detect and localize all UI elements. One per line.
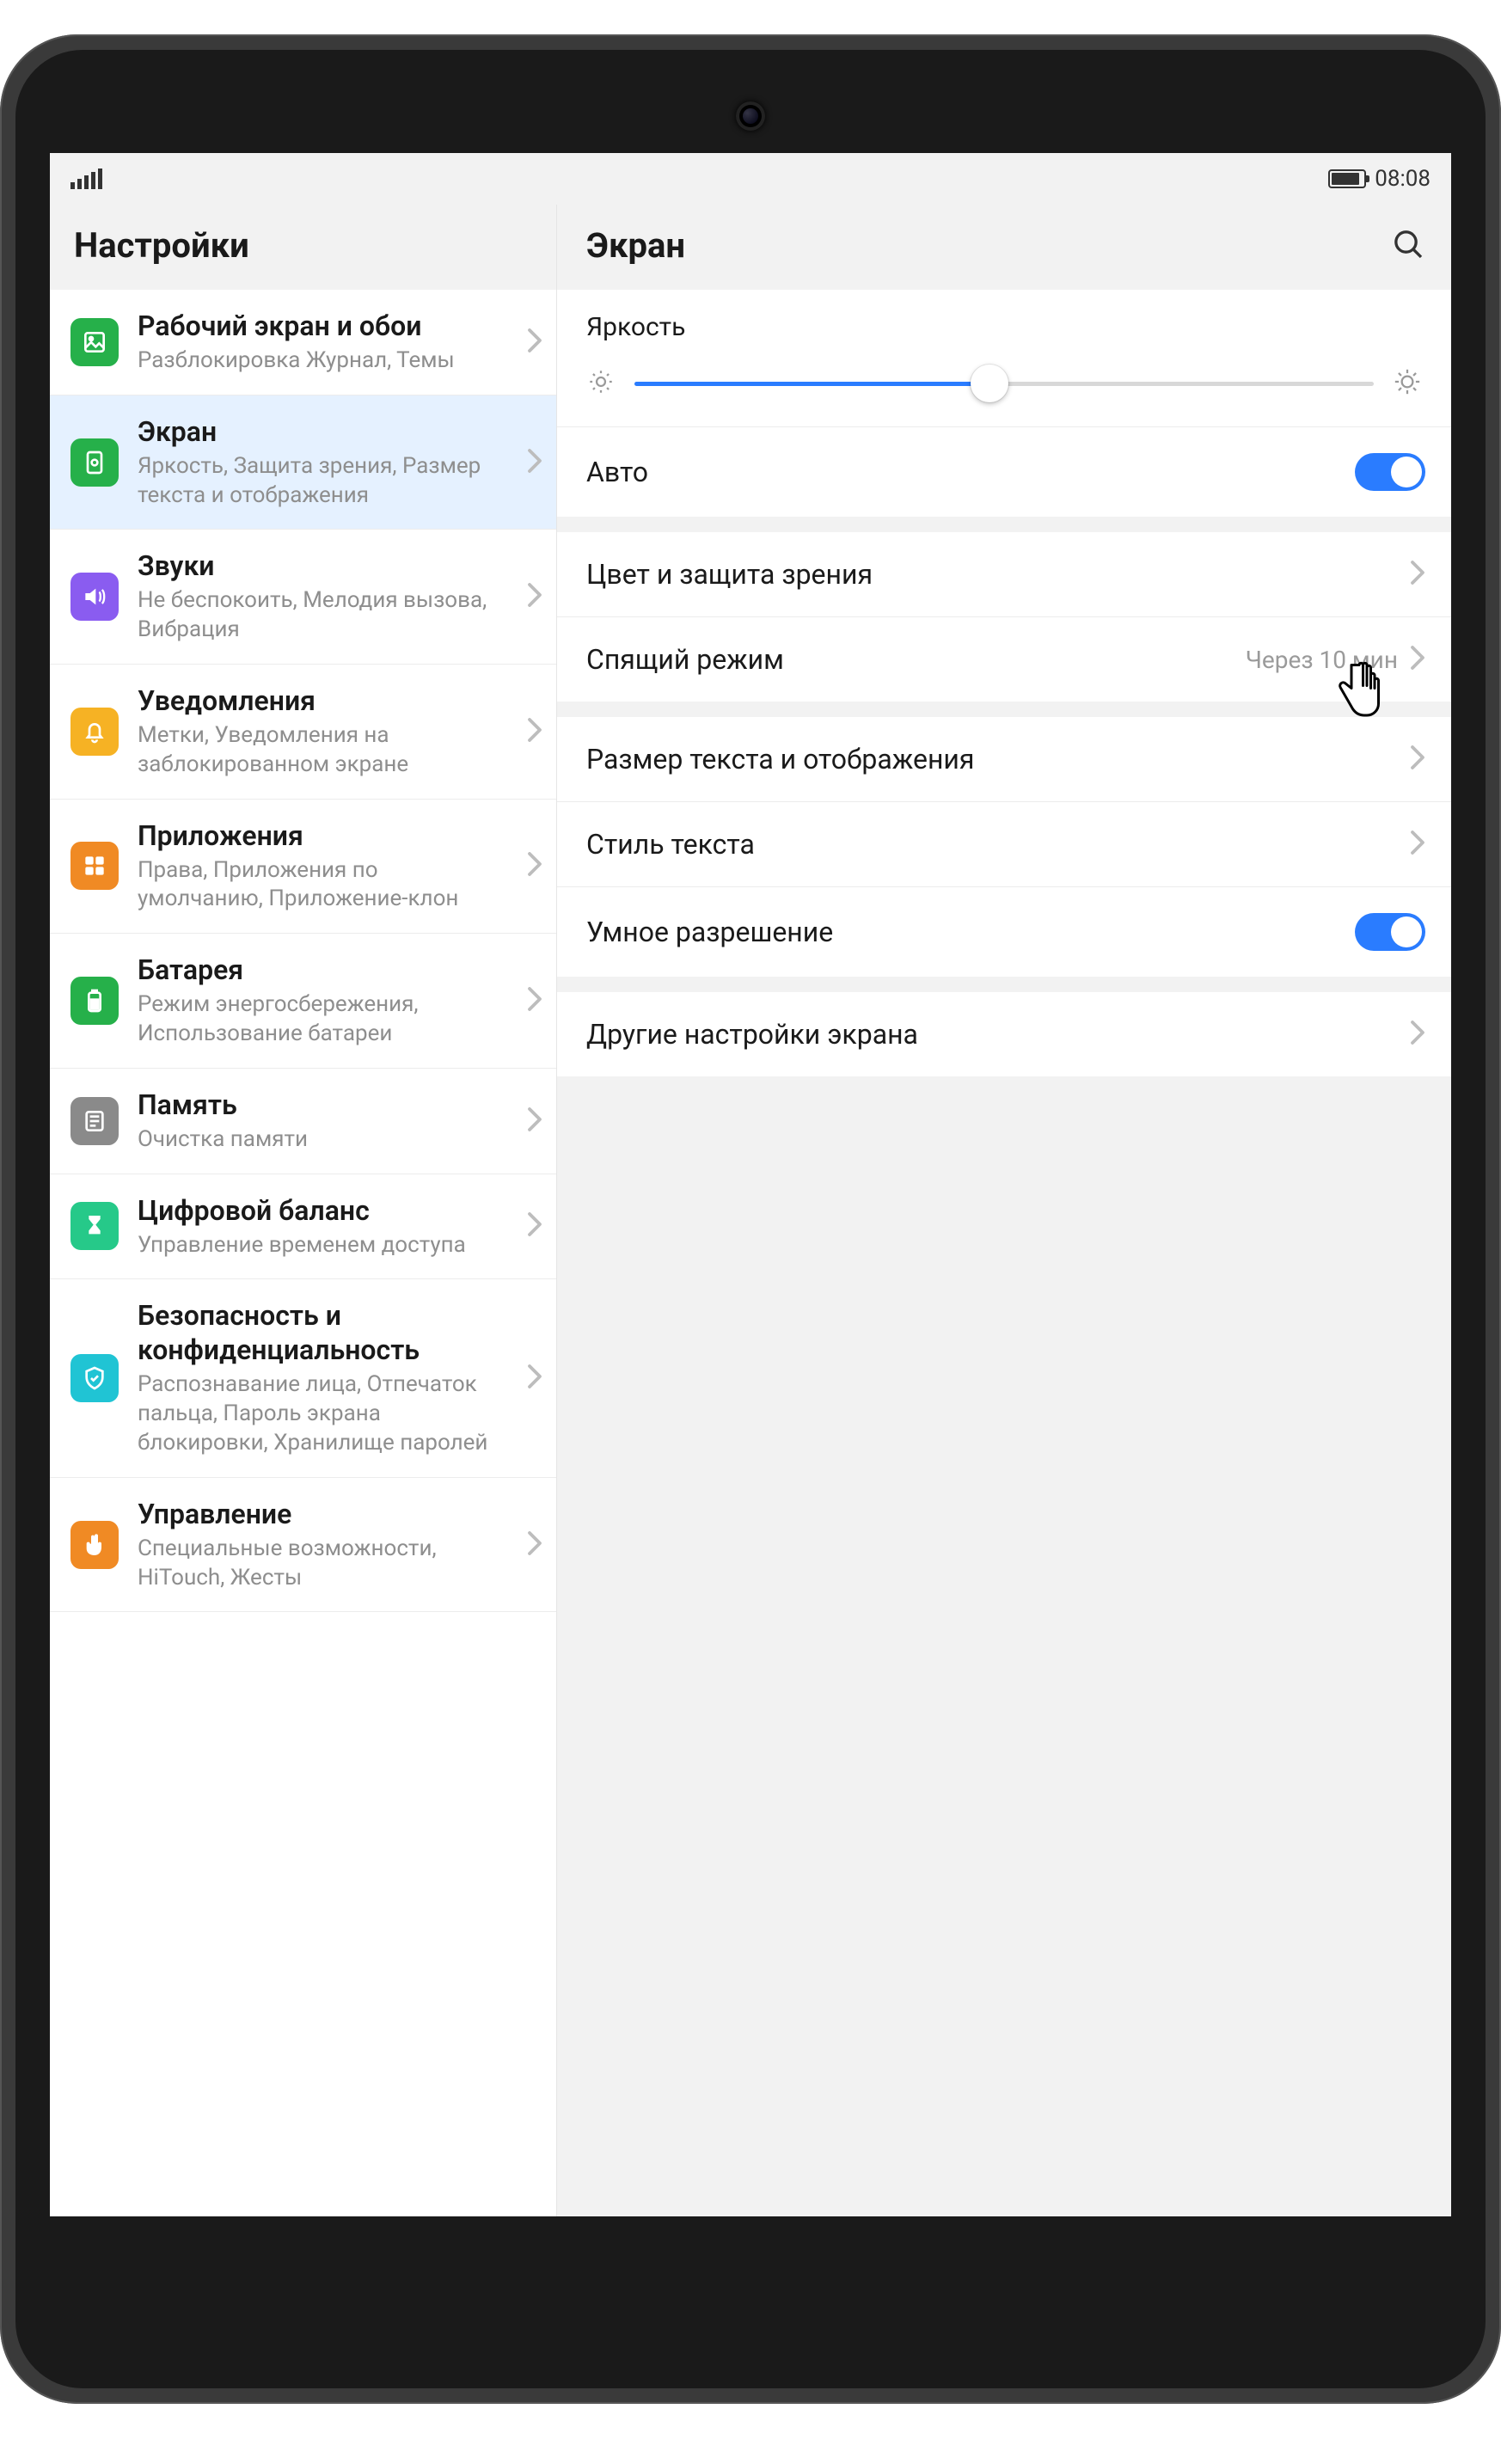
sidebar-item-title: Память <box>138 1088 508 1122</box>
bell-icon <box>70 708 119 756</box>
auto-label: Авто <box>586 456 648 488</box>
row-label: Умное разрешение <box>586 916 833 948</box>
sidebar-item-title: Уведомления <box>138 683 508 718</box>
sidebar-item-title: Рабочий экран и обои <box>138 309 508 343</box>
settings-row[interactable]: Умное разрешение <box>557 886 1451 977</box>
sidebar-item-title: Управление <box>138 1497 508 1531</box>
battery-icon <box>1328 169 1366 188</box>
settings-group: Цвет и защита зрения Спящий режим Через 10… <box>557 532 1451 702</box>
wallpaper-icon <box>70 318 119 366</box>
sidebar-item-sub: Права, Приложения по умолчанию, Приложен… <box>138 856 508 915</box>
sidebar-title: Настройки <box>74 225 532 266</box>
status-bar: 08:08 <box>50 153 1451 205</box>
row-label: Другие настройки экрана <box>586 1018 918 1051</box>
sidebar-item-title: Приложения <box>138 818 508 853</box>
sidebar-item-sub: Не беспокоить, Мелодия вызова, Вибрация <box>138 586 508 645</box>
sidebar-item-sound[interactable]: ЗвукиНе беспокоить, Мелодия вызова, Вибр… <box>50 530 556 665</box>
sidebar-item-sub: Специальные возможности, HiTouch, Жесты <box>138 1535 508 1593</box>
sidebar-item-sub: Управление временем доступа <box>138 1231 508 1260</box>
row-value: Через 10 мин <box>1246 646 1398 674</box>
sidebar-item-hand[interactable]: Управление Специальные возможности, HiTou… <box>50 1478 556 1613</box>
auto-brightness-toggle[interactable] <box>1355 453 1425 491</box>
settings-row[interactable]: Размер текста и отображения <box>557 717 1451 801</box>
sidebar-item-sub: Распознавание лица, Отпечаток пальца, Па… <box>138 1370 508 1457</box>
sidebar-item-battery[interactable]: БатареяРежим энергосбережения, Использов… <box>50 934 556 1069</box>
toggle-switch[interactable] <box>1355 913 1425 951</box>
chevron-right-icon <box>1410 1020 1425 1049</box>
sidebar-item-sub: Яркость, Защита зрения, Размер текста и … <box>138 452 508 511</box>
sidebar-item-hourglass[interactable]: Цифровой баланс Управление временем досту… <box>50 1174 556 1280</box>
sound-icon <box>70 573 119 621</box>
chevron-right-icon <box>527 1364 542 1393</box>
sidebar-item-sub: Режим энергосбережения, Использование ба… <box>138 990 508 1049</box>
sidebar-item-storage[interactable]: ПамятьОчистка памяти <box>50 1069 556 1174</box>
settings-row[interactable]: Цвет и защита зрения <box>557 532 1451 616</box>
sidebar-item-sub: Очистка памяти <box>138 1125 508 1155</box>
battery-icon <box>70 977 119 1025</box>
sidebar-list[interactable]: Рабочий экран и обоиРазблокировка Журнал… <box>50 290 556 2216</box>
brightness-label: Яркость <box>586 312 1422 342</box>
row-label: Стиль текста <box>586 828 755 861</box>
sidebar-item-title: Батарея <box>138 953 508 987</box>
chevron-right-icon <box>527 1106 542 1136</box>
display-icon <box>70 438 119 487</box>
settings-row[interactable]: Другие настройки экрана <box>557 992 1451 1076</box>
sidebar-item-sub: Разблокировка Журнал, Темы <box>138 346 508 376</box>
sidebar-item-apps[interactable]: ПриложенияПрава, Приложения по умолчанию… <box>50 800 556 935</box>
sidebar-item-title: Цифровой баланс <box>138 1193 508 1228</box>
clock: 08:08 <box>1375 166 1431 192</box>
sidebar-item-title: Безопасность и конфиденциальность <box>138 1298 508 1367</box>
chevron-right-icon <box>1410 645 1425 674</box>
tablet-frame: 08:08 Настройки Рабочий экран и обоиРазб… <box>0 34 1501 2404</box>
chevron-right-icon <box>527 328 542 357</box>
chevron-right-icon <box>527 1530 542 1560</box>
search-button[interactable] <box>1391 227 1425 265</box>
storage-icon <box>70 1097 119 1145</box>
auto-brightness-row[interactable]: Авто <box>557 426 1451 517</box>
chevron-right-icon <box>1410 830 1425 859</box>
settings-row[interactable]: Спящий режим Через 10 мин <box>557 616 1451 702</box>
chevron-right-icon <box>527 851 542 880</box>
settings-group: Размер текста и отображения Стиль текста У… <box>557 717 1451 977</box>
chevron-right-icon <box>1410 745 1425 774</box>
chevron-right-icon <box>1410 560 1425 589</box>
front-camera <box>736 101 765 131</box>
row-label: Размер текста и отображения <box>586 743 974 775</box>
sidebar-item-display[interactable]: ЭкранЯркость, Защита зрения, Размер текс… <box>50 395 556 530</box>
shield-icon <box>70 1354 119 1402</box>
chevron-right-icon <box>527 1211 542 1241</box>
brightness-slider[interactable] <box>634 366 1374 401</box>
apps-icon <box>70 842 119 890</box>
detail-title: Экран <box>586 225 685 266</box>
row-label: Цвет и защита зрения <box>586 558 873 591</box>
sidebar-item-wallpaper[interactable]: Рабочий экран и обоиРазблокировка Журнал… <box>50 290 556 395</box>
hourglass-icon <box>70 1202 119 1250</box>
settings-row[interactable]: Стиль текста <box>557 801 1451 886</box>
chevron-right-icon <box>527 582 542 611</box>
detail-pane: Экран Яркость <box>557 205 1451 2216</box>
row-label: Спящий режим <box>586 643 784 676</box>
chevron-right-icon <box>527 717 542 746</box>
brightness-section: Яркость <box>557 290 1451 517</box>
brightness-low-icon <box>586 367 616 400</box>
chevron-right-icon <box>527 448 542 477</box>
sidebar-item-sub: Метки, Уведомления на заблокированном эк… <box>138 721 508 780</box>
sidebar-item-title: Звуки <box>138 549 508 583</box>
hand-icon <box>70 1521 119 1569</box>
settings-group: Другие настройки экрана <box>557 992 1451 1076</box>
signal-icon <box>70 169 102 189</box>
settings-sidebar: Настройки Рабочий экран и обоиРазблокиро… <box>50 205 557 2216</box>
chevron-right-icon <box>527 986 542 1015</box>
sidebar-item-title: Экран <box>138 414 508 449</box>
sidebar-item-shield[interactable]: Безопасность и конфиденциальностьРаспозн… <box>50 1279 556 1477</box>
brightness-high-icon <box>1393 367 1422 400</box>
sidebar-item-bell[interactable]: УведомленияМетки, Уведомления на заблоки… <box>50 665 556 800</box>
